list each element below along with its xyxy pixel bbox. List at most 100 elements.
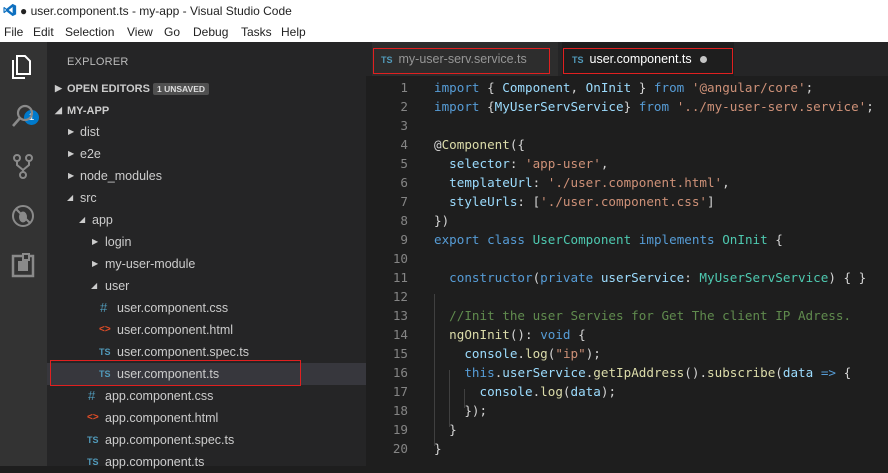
line-number: 7 (400, 194, 408, 209)
tree-item-label: user (105, 279, 130, 293)
code-line: styleUrls: ['./user.component.css'] (434, 192, 714, 211)
code-token: Component (441, 137, 510, 152)
vscode-logo-icon (3, 3, 17, 17)
css-file-icon: # (88, 388, 96, 403)
code-token: ); (600, 384, 617, 399)
chevron-right-icon: ▶ (68, 149, 75, 158)
unsaved-chip: 1 UNSAVED (153, 83, 210, 95)
code-token: "ip" (555, 346, 586, 361)
tree-file-app-component-ts[interactable]: TS app.component.ts (47, 451, 366, 473)
line-number: 13 (392, 308, 408, 323)
code-token: import (434, 99, 480, 114)
tree-file-app-component-css[interactable]: # app.component.css (47, 385, 366, 407)
explorer-icon[interactable] (9, 52, 37, 80)
tree-item-label: login (105, 235, 132, 249)
line-number: 4 (400, 137, 408, 152)
menu-help[interactable]: Help (281, 25, 306, 39)
menu-tasks[interactable]: Tasks (241, 25, 272, 39)
code-token: './user.component.html' (547, 175, 723, 190)
menu-view[interactable]: View (127, 25, 153, 39)
tree-folder-e2e[interactable]: ▶ e2e (47, 143, 366, 165)
highlight-annotation (563, 48, 733, 74)
code-line: }); (434, 401, 487, 420)
code-token: . (517, 346, 526, 361)
code-token: '../my-user-serv.service' (676, 99, 867, 114)
tree-folder-src[interactable]: ◢ src (47, 187, 366, 209)
menu-edit[interactable]: Edit (33, 25, 54, 39)
code-token: from (653, 80, 685, 95)
tree-file-user-component-html[interactable]: <> user.component.html (47, 319, 366, 341)
tree-folder-user[interactable]: ◢ user (47, 275, 366, 297)
tree-folder-login[interactable]: ▶ login (47, 231, 366, 253)
code-line: console.log("ip"); (434, 344, 601, 363)
code-line: selector: 'app-user', (434, 154, 608, 173)
tree-item-label: app.component.html (105, 411, 219, 425)
menu-debug[interactable]: Debug (193, 25, 228, 39)
code-token: getIpAddress (593, 365, 685, 380)
tree-item-label: node_modules (80, 169, 163, 183)
line-number: 17 (392, 384, 408, 399)
tree-file-user-component-css[interactable]: # user.component.css (47, 297, 366, 319)
menu-go[interactable]: Go (164, 25, 180, 39)
tree-item-label: app.component.spec.ts (105, 433, 235, 447)
code-token: => (820, 365, 836, 380)
code-token: }); (434, 403, 488, 418)
code-line: console.log(data); (434, 382, 617, 401)
tree-file-app-component-html[interactable]: <> app.component.html (47, 407, 366, 429)
code-token: data (782, 365, 814, 380)
code-token: //Init the user Servies for Get The clie… (449, 308, 852, 323)
tree-item-label: app.component.ts (105, 455, 205, 469)
code-token: (): (509, 327, 541, 342)
open-editors-label: OPEN EDITORS (67, 83, 150, 95)
code-line: export class UserComponent implements On… (434, 230, 783, 249)
tree-folder-node-modules[interactable]: ▶ node_modules (47, 165, 366, 187)
code-token: this (464, 365, 495, 380)
search-icon[interactable] (9, 102, 37, 130)
menu-selection[interactable]: Selection (65, 25, 114, 39)
debug-icon[interactable] (9, 202, 37, 230)
code-token: log (540, 384, 563, 399)
open-editors-section[interactable]: ▶ OPEN EDITORS 1 UNSAVED (47, 80, 366, 100)
source-control-icon[interactable] (9, 152, 37, 180)
code-token: implements (638, 232, 715, 247)
code-line: } (434, 439, 442, 458)
tree-folder-app[interactable]: ◢ app (47, 209, 366, 231)
line-number: 6 (400, 175, 408, 190)
code-line: constructor(private userService: MyUserS… (434, 268, 866, 287)
code-token: selector (449, 156, 510, 171)
menu-bar: File Edit Selection View Go Debug Tasks … (0, 22, 888, 42)
code-editor[interactable]: 1 2 3 4 5 6 7 8 9 10 11 12 13 14 15 16 17 18 19 20 import { … (366, 76, 888, 466)
code-token: private (540, 270, 594, 285)
tree-folder-my-user-module[interactable]: ▶ my-user-module (47, 253, 366, 275)
project-section[interactable]: ◢ MY-APP (47, 102, 366, 122)
code-token: 'app-user' (525, 156, 601, 171)
code-token: OnInit (722, 232, 768, 247)
code-line: this.userService.getIpAddress().subscrib… (434, 363, 851, 382)
code-token: { (570, 327, 586, 342)
code-token: , (722, 175, 730, 190)
line-number: 8 (400, 213, 408, 228)
code-token: }) (434, 213, 450, 228)
code-token: console (479, 384, 533, 399)
chevron-right-icon: ▶ (68, 171, 75, 180)
chevron-right-icon: ▶ (92, 259, 99, 268)
tree-file-app-component-spec-ts[interactable]: TS app.component.spec.ts (47, 429, 366, 451)
code-token: './user.component.css' (540, 194, 707, 209)
extensions-icon[interactable] (9, 252, 37, 280)
typescript-file-icon: TS (87, 457, 99, 467)
chevron-down-icon: ◢ (55, 105, 62, 115)
tree-folder-dist[interactable]: ▶ dist (47, 121, 366, 143)
chevron-right-icon: ▶ (92, 237, 99, 246)
code-token: export (434, 232, 480, 247)
menu-file[interactable]: File (4, 25, 23, 39)
